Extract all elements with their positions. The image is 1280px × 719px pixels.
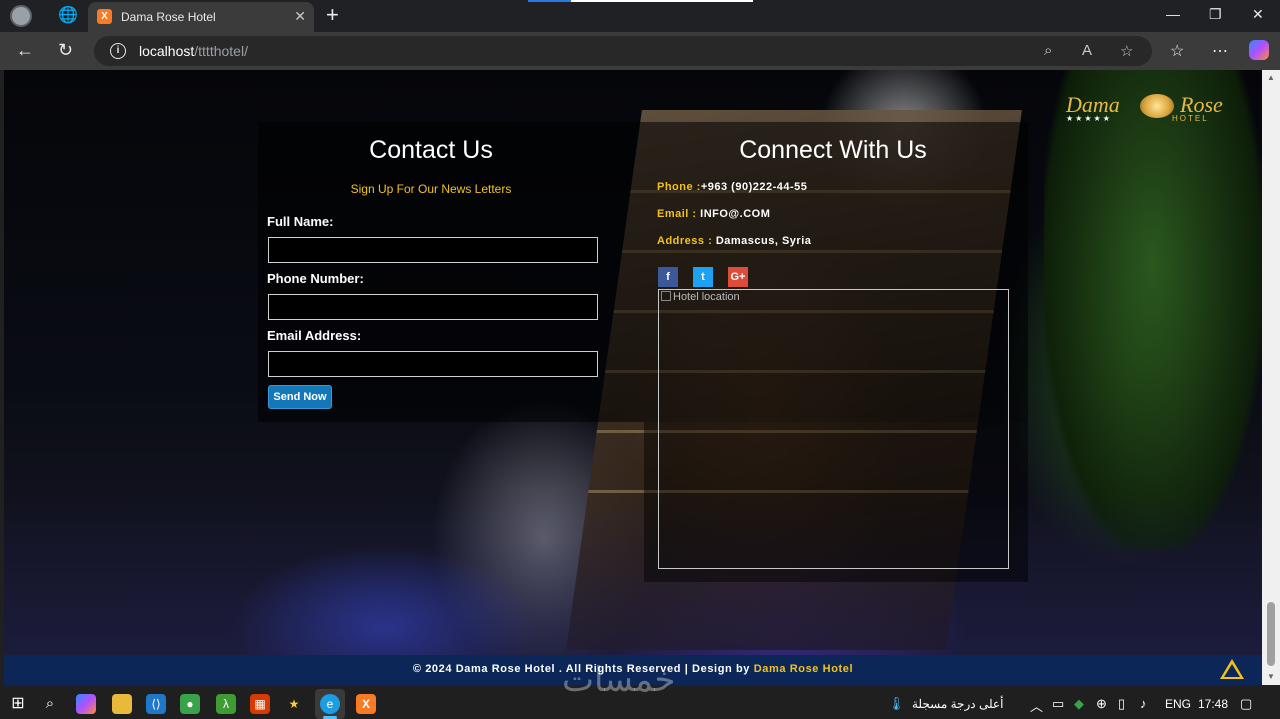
scroll-down-icon[interactable]: ▼	[1267, 672, 1275, 681]
tab-title: Dama Rose Hotel	[121, 10, 216, 24]
refresh-icon[interactable]: ↻	[58, 40, 73, 60]
xampp-icon[interactable]: X	[356, 694, 376, 714]
background-palm-tree	[1044, 70, 1262, 550]
minimize-icon[interactable]: —	[1166, 6, 1180, 22]
show-hidden-icons-icon[interactable]: ︿	[1030, 696, 1043, 715]
full-name-label: Full Name:	[267, 214, 334, 229]
warning-icon-inner	[1224, 664, 1240, 677]
clock-time[interactable]: 17:48	[1198, 697, 1228, 711]
favorite-star-icon[interactable]: ☆	[1120, 42, 1133, 60]
favorites-icon[interactable]: ☆	[1170, 41, 1184, 61]
read-aloud-icon[interactable]: A	[1082, 42, 1092, 59]
network-globe-icon[interactable]: ⊕	[1096, 696, 1107, 712]
full-name-input[interactable]	[268, 237, 598, 263]
connect-title: Connect With Us	[739, 136, 927, 164]
close-window-icon[interactable]: ✕	[1252, 6, 1264, 23]
scroll-up-icon[interactable]: ▲	[1267, 73, 1275, 82]
progress-line-accent	[528, 0, 571, 2]
phone-info: Phone :+963 (90)222-44-55	[657, 181, 807, 193]
edge-icon[interactable]: e	[320, 694, 340, 714]
email-address-label: Email Address:	[267, 328, 362, 343]
xampp-favicon-icon: X	[97, 9, 112, 24]
logo-stars: ★★★★★	[1066, 114, 1112, 123]
info-icon[interactable]: i	[110, 43, 126, 59]
footer-brand-link[interactable]: Dama Rose Hotel	[754, 663, 853, 675]
phone-key: Phone :	[657, 181, 701, 193]
email-value: INFO@.COM	[700, 208, 771, 220]
app-green-icon[interactable]: λ	[216, 694, 236, 714]
microsoft-store-icon[interactable]: ▦	[250, 694, 270, 714]
page-scrollbar[interactable]: ▲ ▼	[1262, 70, 1280, 685]
contact-title: Contact Us	[369, 136, 493, 164]
google-plus-icon[interactable]: G+	[728, 267, 748, 287]
watermark-text: خمسات	[562, 660, 676, 700]
new-tab-icon[interactable]: +	[326, 4, 339, 26]
broken-image-icon	[661, 291, 671, 301]
background-canopy	[4, 490, 1262, 655]
battery-icon[interactable]: ▭	[1052, 696, 1064, 712]
address-bar[interactable]: i localhost/tttthotel/ ⌕ A ☆	[94, 36, 1152, 66]
back-icon[interactable]: ←	[16, 40, 34, 60]
browser-toolbar: ← ↻ i localhost/tttthotel/ ⌕ A ☆ ☆ ⋯	[0, 32, 1280, 70]
weather-text[interactable]: أعلى درجة مسجلة	[912, 697, 1003, 711]
more-menu-icon[interactable]: ⋯	[1212, 41, 1228, 61]
logo-subtitle: HOTEL	[1172, 114, 1209, 123]
file-explorer-icon[interactable]	[112, 694, 132, 714]
twitter-icon[interactable]: t	[693, 267, 713, 287]
copilot-taskbar-icon[interactable]	[76, 694, 96, 714]
security-icon[interactable]: ◆	[1074, 696, 1084, 712]
globe-icon[interactable]: 🌐	[58, 6, 78, 26]
broken-image-placeholder: Hotel location	[661, 291, 740, 303]
language-indicator[interactable]: ENG	[1165, 697, 1191, 711]
volume-icon[interactable]: ♪	[1140, 696, 1147, 711]
newsletter-text: Sign Up For Our News Letters	[350, 182, 512, 196]
notifications-icon[interactable]: ▢	[1240, 696, 1252, 712]
close-tab-icon[interactable]: ✕	[294, 8, 306, 25]
browser-tab-active[interactable]: X Dama Rose Hotel ✕	[88, 2, 314, 32]
windows-start-icon[interactable]: ⊞	[8, 694, 28, 714]
facebook-icon[interactable]: f	[658, 267, 678, 287]
phone-value: +963 (90)222-44-55	[700, 181, 808, 193]
starred-app-icon[interactable]: ★	[284, 694, 304, 714]
browser-tab-bar: 🌐 X Dama Rose Hotel ✕ + — ❐ ✕	[0, 0, 1280, 32]
zoom-icon[interactable]: ⌕	[1044, 42, 1052, 59]
address-value: Damascus, Syria	[715, 235, 812, 247]
address-key: Address :	[657, 235, 713, 247]
rose-logo-icon	[1140, 94, 1174, 118]
email-key: Email :	[657, 208, 697, 220]
copilot-icon[interactable]	[1249, 40, 1269, 60]
hotel-logo[interactable]: Dama Rose ★★★★★ HOTEL	[1062, 92, 1242, 124]
scroll-thumb[interactable]	[1267, 602, 1275, 666]
device-icon[interactable]: ▯	[1118, 696, 1125, 712]
hotel-page: Dama Rose ★★★★★ HOTEL Contact Us Sign Up…	[4, 70, 1262, 685]
phone-number-label: Phone Number:	[267, 271, 364, 286]
thermometer-icon[interactable]: 🌡	[888, 696, 905, 712]
vscode-icon[interactable]: ⟨⟩	[146, 694, 166, 714]
chrome-icon[interactable]: ●	[180, 694, 200, 714]
restore-icon[interactable]: ❐	[1209, 6, 1222, 23]
email-address-input[interactable]	[268, 351, 598, 377]
phone-number-input[interactable]	[268, 294, 598, 320]
profile-avatar[interactable]	[10, 5, 32, 27]
url-text[interactable]: localhost/tttthotel/	[139, 43, 248, 59]
send-now-button[interactable]: Send Now	[268, 385, 332, 409]
address-info: Address : Damascus, Syria	[657, 235, 811, 247]
hotel-location-map[interactable]: Hotel location	[658, 289, 1009, 569]
email-info: Email : INFO@.COM	[657, 208, 770, 220]
search-icon[interactable]: ⌕	[40, 694, 60, 714]
